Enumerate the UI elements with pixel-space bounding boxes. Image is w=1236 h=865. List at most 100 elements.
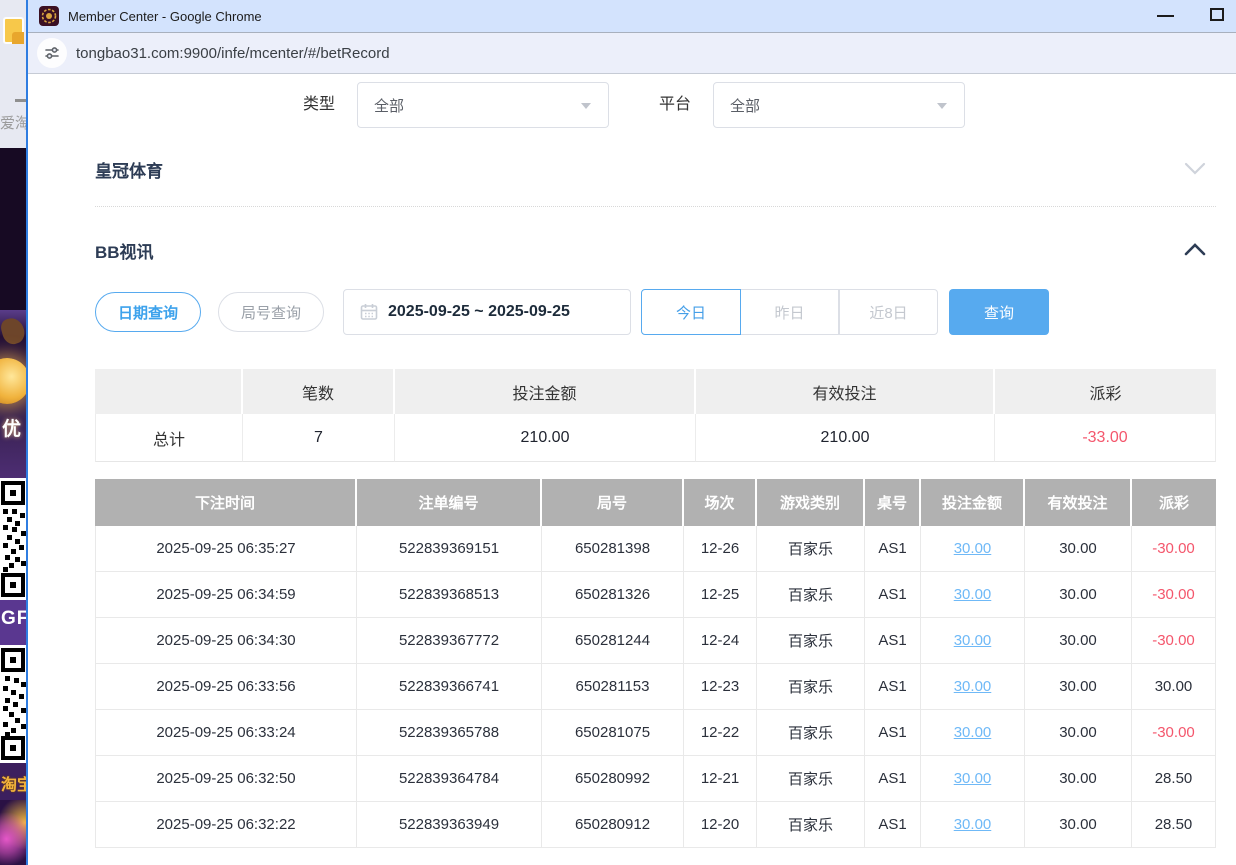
column-header: 派彩 (1132, 479, 1216, 526)
platform-select-value: 全部 (730, 95, 760, 116)
cell: AS1 (865, 572, 921, 618)
cell: 30.00 (1025, 710, 1132, 756)
summary-table: 笔数 投注金额 有效投注 派彩 总计 7 210.00 210.00 -33.0… (95, 369, 1216, 462)
cell: 2025-09-25 06:33:24 (95, 710, 357, 756)
type-select[interactable]: 全部 (357, 82, 609, 128)
cell: AS1 (865, 618, 921, 664)
banner-partial-text: GF (1, 608, 26, 630)
summary-total-row: 总计 7 210.00 210.00 -33.00 (95, 414, 1216, 462)
folder-icon (3, 17, 24, 44)
summary-header-bet-amount: 投注金额 (395, 369, 696, 414)
bet-amount-link[interactable]: 30.00 (921, 572, 1025, 618)
banner-graphic (0, 316, 26, 347)
cell: 2025-09-25 06:35:27 (95, 526, 357, 572)
purple-banner-edge: GF (0, 600, 26, 645)
url-text[interactable]: tongbao31.com:9900/infe/mcenter/#/betRec… (76, 45, 390, 62)
browser-address-bar[interactable]: tongbao31.com:9900/infe/mcenter/#/betRec… (28, 33, 1236, 74)
summary-bet-amount-value: 210.00 (395, 414, 696, 462)
minimize-button[interactable] (1157, 15, 1174, 17)
column-header: 有效投注 (1025, 479, 1132, 526)
search-button[interactable]: 查询 (949, 289, 1049, 335)
minimize-dash-icon (15, 99, 26, 102)
query-controls: 日期查询 局号查询 2025-09-25 ~ 2025-09-25 今日 昨日 … (95, 289, 1049, 335)
bet-amount-link[interactable]: 30.00 (921, 710, 1025, 756)
cell: 12-23 (684, 664, 757, 710)
cell: 2025-09-25 06:32:50 (95, 756, 357, 802)
summary-count-value: 7 (243, 414, 395, 462)
section-divider (95, 206, 1216, 207)
caret-down-icon (581, 103, 591, 109)
bet-amount-link[interactable]: 30.00 (921, 526, 1025, 572)
cell: 百家乐 (757, 618, 865, 664)
cell: 2025-09-25 06:32:22 (95, 802, 357, 848)
desktop-background-strip: 爱淘 优 GF (0, 0, 26, 865)
cell: AS1 (865, 802, 921, 848)
cell: AS1 (865, 526, 921, 572)
bet-amount-link[interactable]: 30.00 (921, 756, 1025, 802)
browser-titlebar: Member Center - Google Chrome (28, 0, 1236, 33)
cell: 百家乐 (757, 572, 865, 618)
table-row: 2025-09-25 06:34:30522839367772650281244… (95, 618, 1216, 664)
table-row: 2025-09-25 06:33:56522839366741650281153… (95, 664, 1216, 710)
desktop-partial-text: 爱淘 (0, 112, 26, 133)
qr-code-icon (0, 645, 26, 763)
platform-filter-label: 平台 (659, 82, 691, 128)
site-settings-icon[interactable] (37, 38, 67, 68)
cell: 30.00 (1025, 756, 1132, 802)
date-query-tab[interactable]: 日期查询 (95, 292, 201, 332)
table-row: 2025-09-25 06:32:22522839363949650280912… (95, 802, 1216, 848)
summary-header-empty (95, 369, 243, 414)
cell: 522839363949 (357, 802, 542, 848)
cell: 650281398 (542, 526, 684, 572)
cell: 2025-09-25 06:34:30 (95, 618, 357, 664)
cell: AS1 (865, 664, 921, 710)
cell: 12-24 (684, 618, 757, 664)
bet-amount-link[interactable]: 30.00 (921, 802, 1025, 848)
chevron-up-icon[interactable] (1183, 242, 1207, 262)
table-row: 2025-09-25 06:34:59522839368513650281326… (95, 572, 1216, 618)
platform-select[interactable]: 全部 (713, 82, 965, 128)
date-range-value: 2025-09-25 ~ 2025-09-25 (388, 303, 570, 321)
yesterday-button[interactable]: 昨日 (741, 289, 839, 335)
column-header: 桌号 (865, 479, 921, 526)
round-query-tab[interactable]: 局号查询 (218, 292, 324, 332)
cell: 650281153 (542, 664, 684, 710)
cell: AS1 (865, 710, 921, 756)
maximize-button[interactable] (1210, 8, 1224, 21)
cell: 百家乐 (757, 664, 865, 710)
column-header: 投注金额 (921, 479, 1025, 526)
cell: -30.00 (1132, 618, 1216, 664)
table-body: 2025-09-25 06:35:27522839369151650281398… (95, 526, 1216, 848)
column-header: 下注时间 (95, 479, 357, 526)
cell: 30.00 (1025, 572, 1132, 618)
cell: 百家乐 (757, 756, 865, 802)
cell: 12-21 (684, 756, 757, 802)
bet-record-page: 类型 全部 平台 全部 皇冠体育 BB视讯 日期查询 局号查询 (28, 75, 1236, 865)
table-header-row: 下注时间注单编号局号场次游戏类别桌号投注金额有效投注派彩 (95, 479, 1216, 526)
bet-amount-link[interactable]: 30.00 (921, 618, 1025, 664)
neon-graphic-edge (0, 800, 26, 865)
cell: 2025-09-25 06:34:59 (95, 572, 357, 618)
cell: 30.00 (1025, 802, 1132, 848)
today-button[interactable]: 今日 (641, 289, 741, 335)
table-row: 2025-09-25 06:32:50522839364784650280992… (95, 756, 1216, 802)
date-range-picker[interactable]: 2025-09-25 ~ 2025-09-25 (343, 289, 631, 335)
bet-records-table: 下注时间注单编号局号场次游戏类别桌号投注金额有效投注派彩 2025-09-25 … (95, 479, 1216, 848)
cell: 12-20 (684, 802, 757, 848)
cell: 522839366741 (357, 664, 542, 710)
column-header: 游戏类别 (757, 479, 865, 526)
last-8-days-button[interactable]: 近8日 (839, 289, 938, 335)
window-title: Member Center - Google Chrome (68, 9, 262, 24)
cell: 百家乐 (757, 802, 865, 848)
summary-header-valid-bet: 有效投注 (696, 369, 995, 414)
bet-amount-link[interactable]: 30.00 (921, 664, 1025, 710)
section-bb-video[interactable]: BB视讯 (95, 238, 154, 263)
summary-payout-value: -33.00 (995, 414, 1216, 462)
cell: 28.50 (1132, 756, 1216, 802)
section-crown-sports[interactable]: 皇冠体育 (95, 157, 163, 182)
gold-coin-icon (0, 358, 26, 404)
banner-partial-text: 优 (2, 414, 21, 441)
chevron-down-icon[interactable] (1183, 161, 1207, 181)
cell: -30.00 (1132, 572, 1216, 618)
cell: 百家乐 (757, 710, 865, 756)
